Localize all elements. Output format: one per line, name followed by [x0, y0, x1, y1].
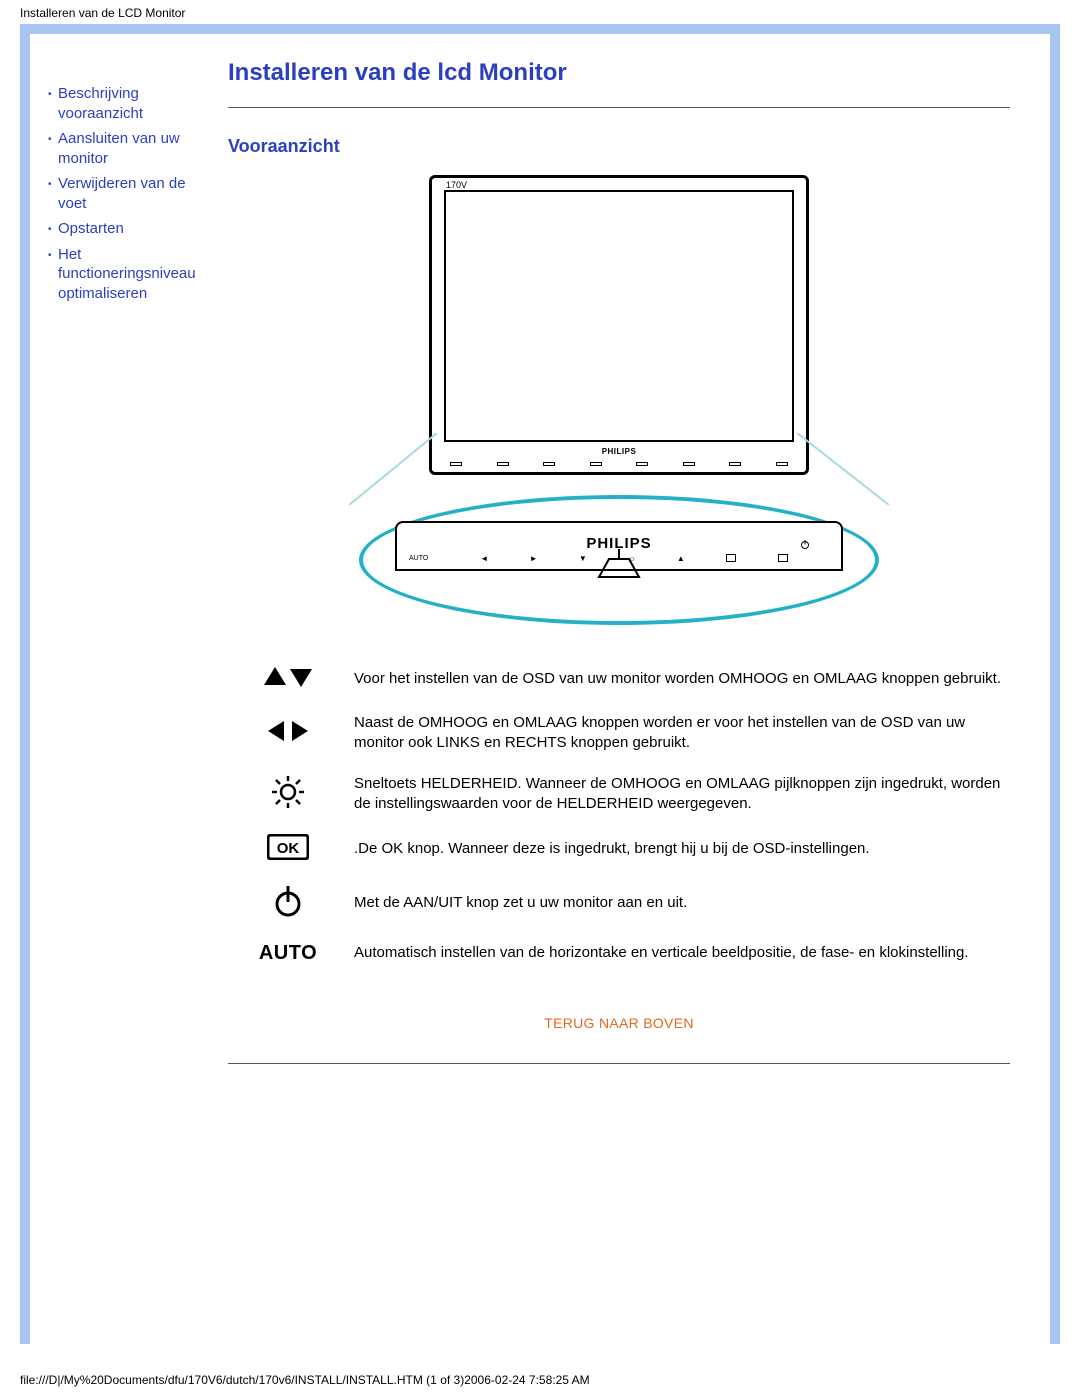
bullet-icon: •: [48, 129, 58, 168]
table-row: Sneltoets HELDERHEID. Wanneer de OMHOOG …: [228, 764, 1010, 825]
back-to-top-link[interactable]: TERUG NAAR BOVEN: [544, 1015, 694, 1031]
control-description: Voor het instellen van de OSD van uw mon…: [348, 655, 1010, 703]
sidebar-item-label: Het functioneringsniveau optimaliseren: [58, 245, 218, 304]
page-title: Installeren van de lcd Monitor: [228, 59, 1010, 87]
table-row: Met de AAN/UIT knop zet u uw monitor aan…: [228, 874, 1010, 932]
menu-mini-icon: [778, 554, 788, 562]
sidebar-item[interactable]: • Aansluiten van uw monitor: [48, 129, 218, 168]
product-illustration: 170V PHILIPS: [228, 175, 1010, 625]
sidebar-item[interactable]: • Verwijderen van de voet: [48, 174, 218, 213]
sidebar-item-label: Opstarten: [58, 219, 218, 239]
bullet-icon: •: [48, 84, 58, 123]
sidebar-item[interactable]: • Het functioneringsniveau optimaliseren: [48, 245, 218, 304]
up-down-icon: [262, 665, 314, 689]
content-frame: • Beschrijving vooraanzicht • Aansluiten…: [20, 24, 1060, 1344]
control-description: Sneltoets HELDERHEID. Wanneer de OMHOOG …: [348, 764, 1010, 825]
ok-button-icon: OK: [267, 834, 309, 860]
control-description: Automatisch instellen van de horizontake…: [348, 932, 1010, 975]
control-description: Met de AAN/UIT knop zet u uw monitor aan…: [348, 874, 1010, 932]
bullet-icon: •: [48, 245, 58, 304]
bezel-zoom: PHILIPS AUTO ◄ ► ▼ ☼: [359, 495, 879, 625]
power-icon: [273, 884, 303, 918]
sidebar-item-label: Verwijderen van de voet: [58, 174, 218, 213]
main-content: Installeren van de lcd Monitor Vooraanzi…: [228, 34, 1050, 1344]
bullet-icon: •: [48, 219, 58, 239]
left-arrow-icon: ◄: [480, 554, 488, 563]
table-row: Naast de OMHOOG en OMLAAG knoppen worden…: [228, 703, 1010, 764]
sidebar-item[interactable]: • Opstarten: [48, 219, 218, 239]
ok-mini-icon: [726, 554, 736, 562]
table-row: AUTO Automatisch instellen van de horizo…: [228, 932, 1010, 975]
header-path: Installeren van de LCD Monitor: [0, 0, 1080, 24]
divider: [228, 107, 1010, 108]
table-row: OK .De OK knop. Wanneer deze is ingedruk…: [228, 824, 1010, 874]
sidebar-item-label: Aansluiten van uw monitor: [58, 129, 218, 168]
auto-icon: AUTO: [259, 942, 317, 964]
cable-icon: [579, 549, 659, 604]
up-arrow-icon: ▲: [677, 554, 685, 563]
monitor-drawing: 170V PHILIPS: [429, 175, 809, 475]
sidebar: • Beschrijving vooraanzicht • Aansluiten…: [38, 34, 228, 1344]
right-arrow-icon: ►: [530, 554, 538, 563]
bullet-icon: •: [48, 174, 58, 213]
left-right-icon: [266, 719, 310, 743]
model-badge: 170V: [446, 180, 467, 190]
control-description: Naast de OMHOOG en OMLAAG knoppen worden…: [348, 703, 1010, 764]
footer-path: file:///D|/My%20Documents/dfu/170V6/dutc…: [0, 1373, 600, 1393]
table-row: Voor het instellen van de OSD van uw mon…: [228, 655, 1010, 703]
divider: [228, 1063, 1010, 1064]
control-description: .De OK knop. Wanneer deze is ingedrukt, …: [348, 824, 1010, 874]
controls-table: Voor het instellen van de OSD van uw mon…: [228, 655, 1010, 975]
sidebar-item[interactable]: • Beschrijving vooraanzicht: [48, 84, 218, 123]
brightness-icon: [270, 774, 306, 810]
sidebar-item-label: Beschrijving vooraanzicht: [58, 84, 218, 123]
panel-auto-label: AUTO: [409, 555, 439, 562]
section-heading: Vooraanzicht: [228, 136, 1010, 157]
svg-text:OK: OK: [277, 840, 300, 857]
